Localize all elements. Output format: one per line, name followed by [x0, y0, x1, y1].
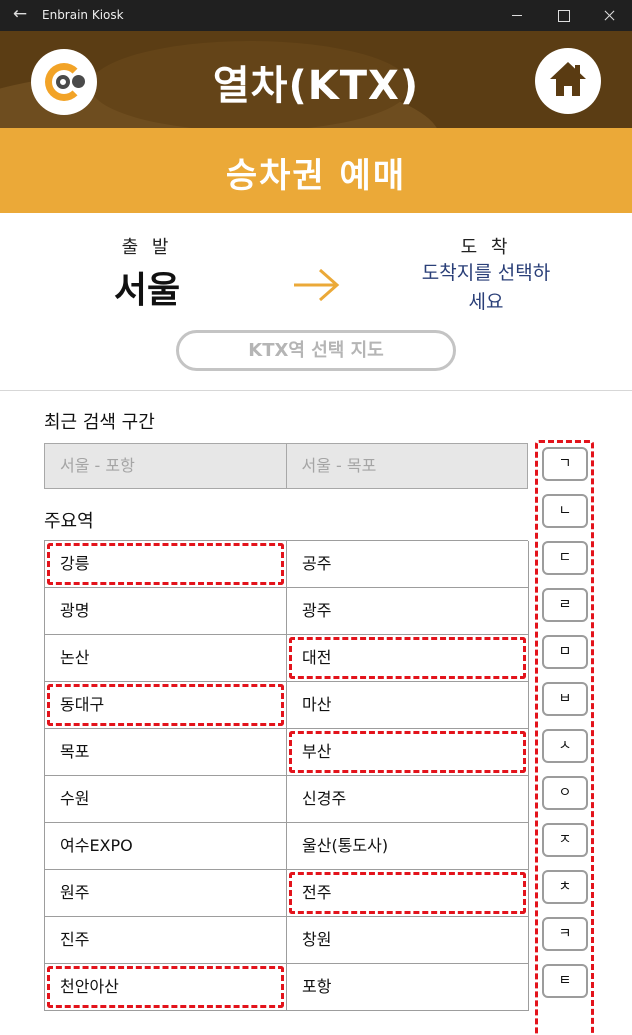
window-titlebar: ← Enbrain Kiosk: [0, 0, 632, 31]
station-item[interactable]: 원주: [45, 870, 287, 917]
home-icon[interactable]: [535, 48, 601, 114]
major-stations-title: 주요역: [44, 511, 94, 532]
station-item[interactable]: 진주: [45, 917, 287, 964]
consonant-button[interactable]: ㅂ: [542, 682, 588, 716]
station-item[interactable]: 동대구: [45, 682, 287, 729]
ktx-station-map-button[interactable]: KTX역 선택 지도: [176, 330, 456, 371]
recent-searches-row: 서울 - 포항 서울 - 목포: [44, 443, 528, 489]
consonant-button[interactable]: ㅈ: [542, 823, 588, 857]
consonant-button[interactable]: ㅅ: [542, 729, 588, 763]
station-item[interactable]: 광명: [45, 588, 287, 635]
station-item[interactable]: 공주: [287, 541, 529, 588]
station-item[interactable]: 여수EXPO: [45, 823, 287, 870]
arrival-prompt[interactable]: 도착지를 선택하세요: [420, 259, 552, 317]
station-item[interactable]: 광주: [287, 588, 529, 635]
recent-searches-title: 최근 검색 구간: [44, 412, 155, 433]
close-button[interactable]: [586, 0, 632, 31]
station-item[interactable]: 마산: [287, 682, 529, 729]
consonant-button[interactable]: ㅌ: [542, 964, 588, 998]
maximize-button[interactable]: [540, 0, 586, 31]
consonant-button[interactable]: ㄹ: [542, 588, 588, 622]
app-header: 열차(KTX): [0, 31, 632, 128]
consonant-button[interactable]: ㅁ: [542, 635, 588, 669]
consonant-button[interactable]: ㄱ: [542, 447, 588, 481]
consonant-button[interactable]: ㅋ: [542, 917, 588, 951]
major-stations-grid: 강릉 공주 광명 광주 논산 대전 동대구 마산 목포 부산 수원 신경주 여수EXPO 울산(통도사) 원…: [44, 540, 529, 1011]
station-item[interactable]: 창원: [287, 917, 529, 964]
station-item[interactable]: 신경주: [287, 776, 529, 823]
recent-search-item[interactable]: 서울 - 포항: [45, 444, 286, 488]
station-item[interactable]: 목포: [45, 729, 287, 776]
consonant-button[interactable]: ㅊ: [542, 870, 588, 904]
minimize-button[interactable]: [494, 0, 540, 31]
departure-label: 출 발: [121, 237, 173, 258]
recent-search-item[interactable]: 서울 - 목포: [285, 444, 528, 488]
station-item[interactable]: 전주: [287, 870, 529, 917]
station-item[interactable]: 울산(통도사): [287, 823, 529, 870]
consonant-button[interactable]: ㄴ: [542, 494, 588, 528]
arrival-label: 도 착: [460, 237, 512, 258]
consonant-button[interactable]: ㄷ: [542, 541, 588, 575]
section-banner-title: 승차권 예매: [225, 156, 407, 196]
consonant-button[interactable]: ㅇ: [542, 776, 588, 810]
station-item[interactable]: 논산: [45, 635, 287, 682]
station-item[interactable]: 포항: [287, 964, 529, 1011]
station-item[interactable]: 대전: [287, 635, 529, 682]
window-title: Enbrain Kiosk: [42, 8, 124, 22]
station-item[interactable]: 부산: [287, 729, 529, 776]
departure-station[interactable]: 서울: [87, 261, 207, 313]
station-item[interactable]: 수원: [45, 776, 287, 823]
route-panel: 출 발 서울 도 착 도착지를 선택하세요 KTX역 선택 지도: [0, 213, 632, 391]
station-item[interactable]: 천안아산: [45, 964, 287, 1011]
station-item[interactable]: 강릉: [45, 541, 287, 588]
back-arrow-icon[interactable]: ←: [10, 4, 30, 26]
section-banner: 승차권 예매: [0, 128, 632, 213]
right-arrow-icon: [294, 268, 340, 302]
